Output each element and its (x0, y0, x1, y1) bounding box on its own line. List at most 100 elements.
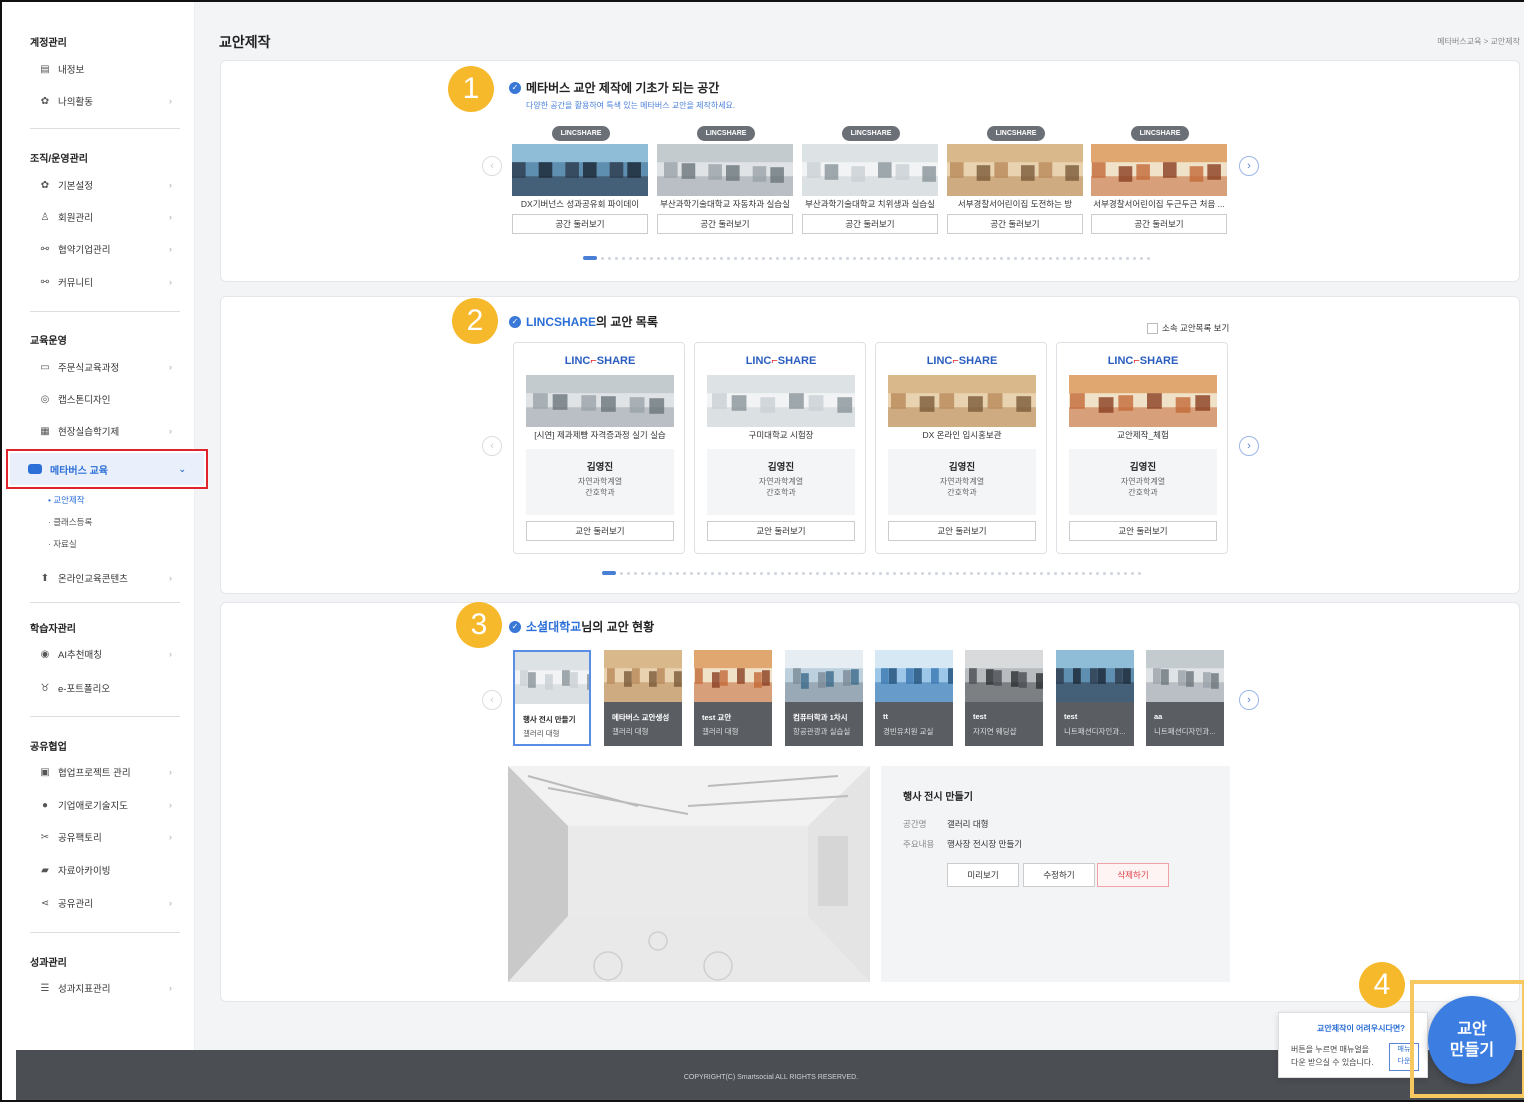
pagination-dot[interactable] (1112, 256, 1115, 260)
pagination-dot[interactable] (741, 256, 744, 260)
pagination-dot[interactable] (837, 571, 840, 575)
pagination-dot[interactable] (872, 571, 875, 575)
sidebar-item-myinfo[interactable]: ▤ 내정보 (38, 58, 178, 80)
pagination-dot[interactable] (874, 256, 877, 260)
pagination-dot[interactable] (650, 256, 653, 260)
pagination-dot[interactable] (977, 571, 980, 575)
pagination-dot[interactable] (1096, 571, 1099, 575)
pagination-dot[interactable] (991, 571, 994, 575)
pagination-dot[interactable] (1068, 571, 1071, 575)
pagination-dot[interactable] (986, 256, 989, 260)
checkbox-box[interactable] (1147, 322, 1158, 334)
pagination-dot[interactable] (1035, 256, 1038, 260)
pagination-dot[interactable] (783, 256, 786, 260)
pagination-dot[interactable] (583, 256, 597, 260)
my-lesson-thumb[interactable]: test 자지연 웨딩샵 (965, 650, 1043, 746)
pagination-dot[interactable] (692, 256, 695, 260)
pagination-dot[interactable] (706, 256, 709, 260)
pagination-dot[interactable] (1124, 571, 1127, 575)
pagination-dot[interactable] (970, 571, 973, 575)
pagination-dot[interactable] (671, 256, 674, 260)
pagination-dot[interactable] (767, 571, 770, 575)
pagination-dot[interactable] (720, 256, 723, 260)
sub-item-lesson-create[interactable]: • 교안제작 (48, 494, 85, 506)
pagination-dot[interactable] (921, 571, 924, 575)
pagination-dot[interactable] (888, 256, 891, 260)
breadcrumb[interactable]: 메타버스교육 > 교안제작 (1437, 36, 1520, 47)
pagination-dot[interactable] (942, 571, 945, 575)
pagination-dot[interactable] (683, 571, 686, 575)
pagination-dot[interactable] (669, 571, 672, 575)
sidebar-item-custom-course[interactable]: ▭ 주문식교육과정 › (38, 356, 178, 378)
pagination-dot[interactable] (690, 571, 693, 575)
space-tour-button[interactable]: 공간 둘러보기 (947, 214, 1083, 234)
sidebar-item-members[interactable]: ♙ 회원관리 › (38, 206, 178, 228)
pagination-dot[interactable] (832, 256, 835, 260)
sidebar-item-tech-guidance[interactable]: ● 기업애로기술지도 › (38, 794, 178, 816)
pagination-dot[interactable] (699, 256, 702, 260)
sidebar-item-kpi[interactable]: ☰ 성과지표관리 › (38, 977, 178, 999)
carousel-pagination[interactable] (583, 256, 1150, 260)
carousel-next-button[interactable]: › (1239, 436, 1259, 456)
pagination-dot[interactable] (851, 571, 854, 575)
pagination-dot[interactable] (909, 256, 912, 260)
pagination-dot[interactable] (928, 571, 931, 575)
pagination-dot[interactable] (1033, 571, 1036, 575)
pagination-dot[interactable] (956, 571, 959, 575)
pagination-dot[interactable] (676, 571, 679, 575)
lesson-tour-button[interactable]: 교안 둘러보기 (526, 521, 674, 541)
pagination-dot[interactable] (935, 571, 938, 575)
pagination-dot[interactable] (979, 256, 982, 260)
edit-button[interactable]: 수정하기 (1023, 863, 1095, 887)
pagination-dot[interactable] (944, 256, 947, 260)
carousel-pagination[interactable] (602, 571, 1141, 575)
pagination-dot[interactable] (713, 256, 716, 260)
pagination-dot[interactable] (839, 256, 842, 260)
pagination-dot[interactable] (711, 571, 714, 575)
pagination-dot[interactable] (1026, 571, 1029, 575)
pagination-dot[interactable] (818, 256, 821, 260)
my-lesson-thumb[interactable]: test 교안 갤러리 대형 (694, 650, 772, 746)
pagination-dot[interactable] (678, 256, 681, 260)
pagination-dot[interactable] (608, 256, 611, 260)
space-tour-button[interactable]: 공간 둘러보기 (802, 214, 938, 234)
space-tour-button[interactable]: 공간 둘러보기 (1091, 214, 1227, 234)
pagination-dot[interactable] (825, 256, 828, 260)
pagination-dot[interactable] (727, 256, 730, 260)
pagination-dot[interactable] (1119, 256, 1122, 260)
sidebar-item-share-factory[interactable]: ✂ 공유팩토리 › (38, 826, 178, 848)
pagination-dot[interactable] (662, 571, 665, 575)
space-thumbnail[interactable] (947, 144, 1083, 196)
pagination-dot[interactable] (972, 256, 975, 260)
pagination-dot[interactable] (760, 571, 763, 575)
sidebar-item-collab-project[interactable]: ▣ 협업프로젝트 관리 › (38, 761, 178, 783)
carousel-prev-button[interactable]: ‹ (482, 156, 502, 176)
pagination-dot[interactable] (601, 256, 604, 260)
pagination-dot[interactable] (769, 256, 772, 260)
space-thumbnail[interactable] (1091, 144, 1227, 196)
pagination-dot[interactable] (655, 571, 658, 575)
pagination-dot[interactable] (860, 256, 863, 260)
lesson-thumbnail[interactable] (1069, 375, 1217, 427)
pagination-dot[interactable] (1117, 571, 1120, 575)
pagination-dot[interactable] (774, 571, 777, 575)
pagination-dot[interactable] (844, 571, 847, 575)
sidebar-item-archiving[interactable]: ▰ 자료아카이빙 (38, 859, 178, 881)
pagination-dot[interactable] (1047, 571, 1050, 575)
pagination-dot[interactable] (1063, 256, 1066, 260)
carousel-prev-button[interactable]: ‹ (482, 690, 502, 710)
space-tour-button[interactable]: 공간 둘러보기 (657, 214, 793, 234)
sidebar-item-ai-matching[interactable]: ◉ AI추천매칭 › (38, 643, 178, 665)
pagination-dot[interactable] (1131, 571, 1134, 575)
pagination-dot[interactable] (657, 256, 660, 260)
pagination-dot[interactable] (648, 571, 651, 575)
pagination-dot[interactable] (1147, 256, 1150, 260)
my-lesson-thumb[interactable]: 메타버스 교안생성 갤러리 대형 (604, 650, 682, 746)
pagination-dot[interactable] (1084, 256, 1087, 260)
pagination-dot[interactable] (1091, 256, 1094, 260)
pagination-dot[interactable] (846, 256, 849, 260)
carousel-next-button[interactable]: › (1239, 690, 1259, 710)
pagination-dot[interactable] (930, 256, 933, 260)
pagination-dot[interactable] (830, 571, 833, 575)
my-lesson-thumb[interactable]: test 니트패션디자인과... (1056, 650, 1134, 746)
